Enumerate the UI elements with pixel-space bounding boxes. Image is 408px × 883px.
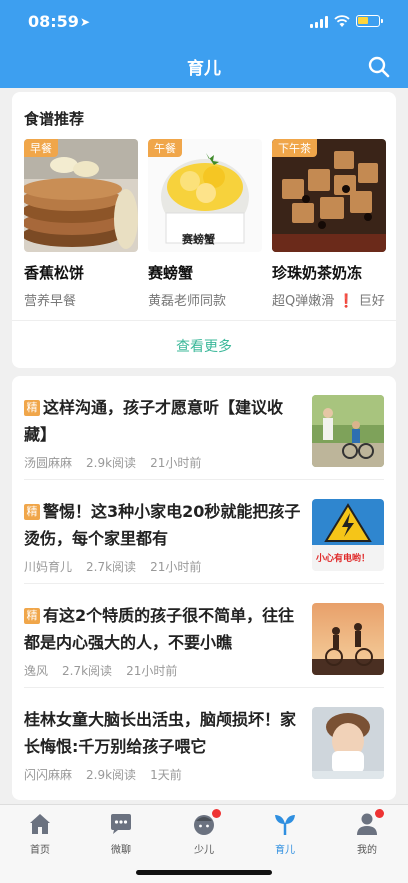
recipe-section: 食谱推荐 早餐 香蕉松饼 营养早餐 午餐 赛螃蟹 赛螃蟹 黄磊老师同款 下午茶 … (12, 92, 396, 368)
recipe-card-crab-eggs[interactable]: 午餐 赛螃蟹 赛螃蟹 黄磊老师同款 (148, 139, 262, 310)
home-icon (27, 811, 53, 837)
article-item[interactable]: 精警惕！这3种小家电20秒就能把孩子烫伤，每个家里都有 川妈育儿 2.7k阅读 21… (12, 480, 396, 584)
image-caption: 小心有电哟！ (316, 554, 371, 564)
notification-dot (375, 809, 384, 818)
tab-label: 微聊 (111, 845, 131, 856)
article-meta: 闪闪麻麻 2.9k阅读 1天前 (24, 766, 196, 783)
recipe-image: 午餐 赛螃蟹 (148, 139, 262, 252)
article-title: 精有这2个特质的孩子很不简单，往往都是内心强大的人，不要小瞧 (24, 602, 302, 656)
tab-parenting[interactable]: 育儿 (255, 811, 315, 856)
article-item[interactable]: 桂林女童大脑长出活虫，脑颅损坏！家长悔恨:千万别给孩子喂它 闪闪麻麻 2.9k阅读… (12, 688, 396, 792)
article-title-text: 有这2个特质的孩子很不简单，往往都是内心强大的人，不要小瞧 (24, 606, 295, 652)
see-more-link[interactable]: 查看更多 (12, 336, 396, 356)
tab-profile[interactable]: 我的 (337, 809, 397, 856)
wifi-icon (334, 15, 350, 27)
article-time: 1天前 (150, 768, 182, 782)
chat-icon (108, 811, 134, 837)
article-time: 21小时前 (150, 456, 202, 470)
article-meta: 川妈育儿 2.7k阅读 21小时前 (24, 558, 215, 575)
article-thumbnail: 小心有电哟！ (312, 499, 384, 571)
recipe-card-banana-pancake[interactable]: 早餐 香蕉松饼 营养早餐 (24, 139, 138, 310)
recipe-desc: 营养早餐 (24, 294, 77, 309)
divider (12, 320, 396, 321)
article-meta: 汤圆麻麻 2.9k阅读 21小时前 (24, 454, 215, 471)
home-indicator (136, 870, 272, 875)
tab-label: 少儿 (194, 845, 214, 856)
article-thumbnail (312, 707, 384, 779)
article-time: 21小时前 (126, 664, 178, 678)
battery-icon (356, 15, 383, 27)
article-title: 精这样沟通，孩子才愿意听【建议收藏】 (24, 394, 302, 448)
recipe-name: 珍珠奶茶奶冻 (272, 264, 363, 282)
article-item[interactable]: 精有这2个特质的孩子很不简单，往往都是内心强大的人，不要小瞧 逸风 2.7k阅读 2… (12, 584, 396, 688)
page-title: 育儿 (187, 59, 221, 79)
article-thumbnail (312, 603, 384, 675)
featured-badge: 精 (24, 608, 40, 624)
location-icon: ➤ (80, 15, 91, 29)
status-time: 08:59 (28, 12, 79, 31)
image-caption: 赛螃蟹 (182, 233, 215, 246)
recipe-name: 香蕉松饼 (24, 264, 85, 282)
section-title: 食谱推荐 (24, 110, 85, 128)
article-time: 21小时前 (150, 560, 202, 574)
profile-icon (354, 809, 384, 837)
article-item[interactable]: 精这样沟通，孩子才愿意听【建议收藏】 汤圆麻麻 2.9k阅读 21小时前 (12, 376, 396, 480)
search-icon[interactable] (368, 56, 390, 78)
tab-home[interactable]: 首页 (10, 811, 70, 856)
kid-icon (191, 809, 221, 837)
tab-label: 我的 (357, 845, 377, 856)
article-reads: 2.9k阅读 (86, 768, 137, 782)
article-title: 桂林女童大脑长出活虫，脑颅损坏！家长悔恨:千万别给孩子喂它 (24, 710, 297, 756)
tab-label: 育儿 (275, 845, 295, 856)
sprout-icon (272, 811, 298, 837)
exclamation-icon: ❗ (338, 294, 355, 309)
recipe-desc: 超Q弹嫩滑 ❗ 巨好 (272, 293, 386, 310)
article-author: 逸风 (24, 664, 49, 678)
featured-badge: 精 (24, 400, 40, 416)
article-title: 精警惕！这3种小家电20秒就能把孩子烫伤，每个家里都有 (24, 498, 302, 552)
article-reads: 2.7k阅读 (86, 560, 137, 574)
notification-dot (212, 809, 221, 818)
article-reads: 2.7k阅读 (62, 664, 113, 678)
status-bar: 08:59 ➤ (0, 12, 408, 36)
article-title-text: 警惕！这3种小家电20秒就能把孩子烫伤，每个家里都有 (24, 502, 301, 548)
article-author: 闪闪麻麻 (24, 768, 73, 782)
recipe-image: 早餐 (24, 139, 138, 252)
recipe-desc-text: 巨好 (358, 294, 385, 309)
article-title-text: 这样沟通，孩子才愿意听【建议收藏】 (24, 398, 284, 444)
recipe-image: 下午茶 (272, 139, 386, 252)
recipe-desc-text: 超Q弹嫩滑 (272, 294, 335, 309)
recipe-desc: 黄磊老师同款 (148, 294, 227, 309)
recipe-tag: 下午茶 (272, 139, 317, 157)
recipe-tag: 早餐 (24, 139, 58, 157)
article-author: 汤圆麻麻 (24, 456, 73, 470)
recipe-tag: 午餐 (148, 139, 182, 157)
article-reads: 2.9k阅读 (86, 456, 137, 470)
recipe-name: 赛螃蟹 (148, 264, 194, 282)
tab-chat[interactable]: 微聊 (91, 811, 151, 856)
article-thumbnail (312, 395, 384, 467)
app-header: 08:59 ➤ 育儿 (0, 0, 408, 88)
recipe-card-milk-tea-jelly[interactable]: 下午茶 珍珠奶茶奶冻 超Q弹嫩滑 ❗ 巨好 (272, 139, 386, 310)
article-author: 川妈育儿 (24, 560, 73, 574)
featured-badge: 精 (24, 504, 40, 520)
article-meta: 逸风 2.7k阅读 21小时前 (24, 662, 191, 679)
article-feed: 精这样沟通，孩子才愿意听【建议收藏】 汤圆麻麻 2.9k阅读 21小时前 精警惕！这… (12, 376, 396, 800)
cellular-signal-icon (310, 16, 328, 28)
tab-kids[interactable]: 少儿 (174, 809, 234, 856)
tab-label: 首页 (30, 845, 50, 856)
